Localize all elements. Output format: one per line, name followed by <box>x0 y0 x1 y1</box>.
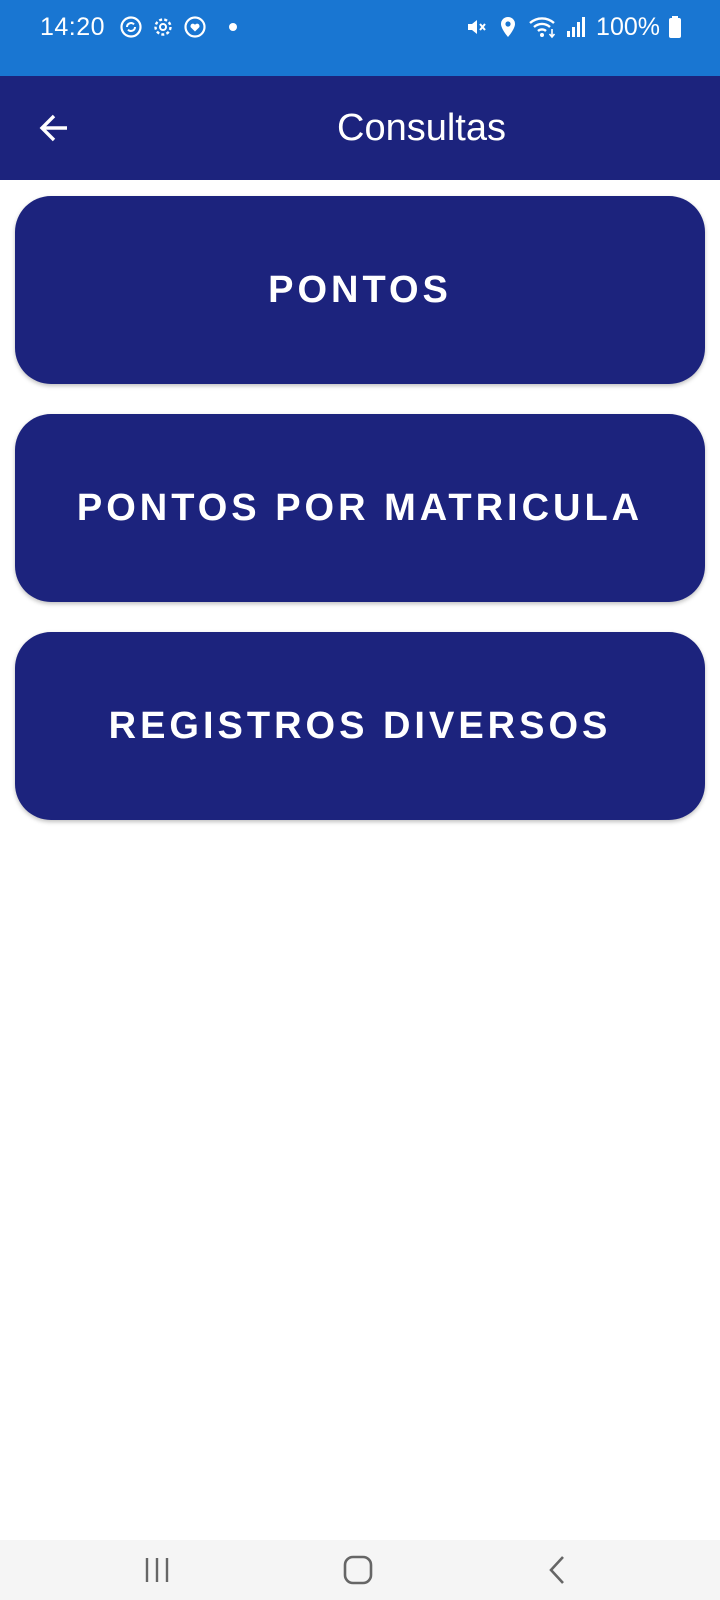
battery-percent: 100% <box>596 12 660 41</box>
signal-icon <box>566 15 586 39</box>
pontos-por-matricula-button-label: PONTOS POR MATRICULA <box>76 486 644 529</box>
system-nav-bar <box>0 1540 720 1600</box>
back-icon <box>543 1555 573 1585</box>
notification-dot <box>229 23 238 31</box>
wifi-icon <box>528 15 558 39</box>
location-icon <box>496 15 520 39</box>
status-time: 14:20 <box>40 12 106 41</box>
status-right-group: 100% <box>464 10 682 44</box>
pontos-button[interactable]: PONTOS <box>15 196 705 384</box>
battery-icon <box>668 15 682 39</box>
pontos-button-label: PONTOS <box>268 268 452 311</box>
page-title: Consultas <box>0 76 720 180</box>
mute-icon <box>464 15 488 39</box>
home-button[interactable] <box>328 1548 388 1592</box>
home-icon <box>342 1554 374 1586</box>
sync-badge-icon <box>119 15 143 39</box>
registros-diversos-button-label: REGISTROS DIVERSOS <box>108 704 612 747</box>
status-left-group: 14:20 <box>40 10 238 44</box>
page-title-text: Consultas <box>337 107 506 149</box>
pontos-por-matricula-button[interactable]: PONTOS POR MATRICULA <box>15 414 705 602</box>
app-bar: Consultas <box>0 76 720 180</box>
heart-badge-icon <box>183 15 207 39</box>
status-bar: 14:20 100% <box>0 0 720 76</box>
nav-back-button[interactable] <box>528 1548 588 1592</box>
recents-icon <box>142 1555 172 1585</box>
registros-diversos-button[interactable]: REGISTROS DIVERSOS <box>15 632 705 820</box>
settings-icon <box>151 15 175 39</box>
recents-button[interactable] <box>127 1548 187 1592</box>
